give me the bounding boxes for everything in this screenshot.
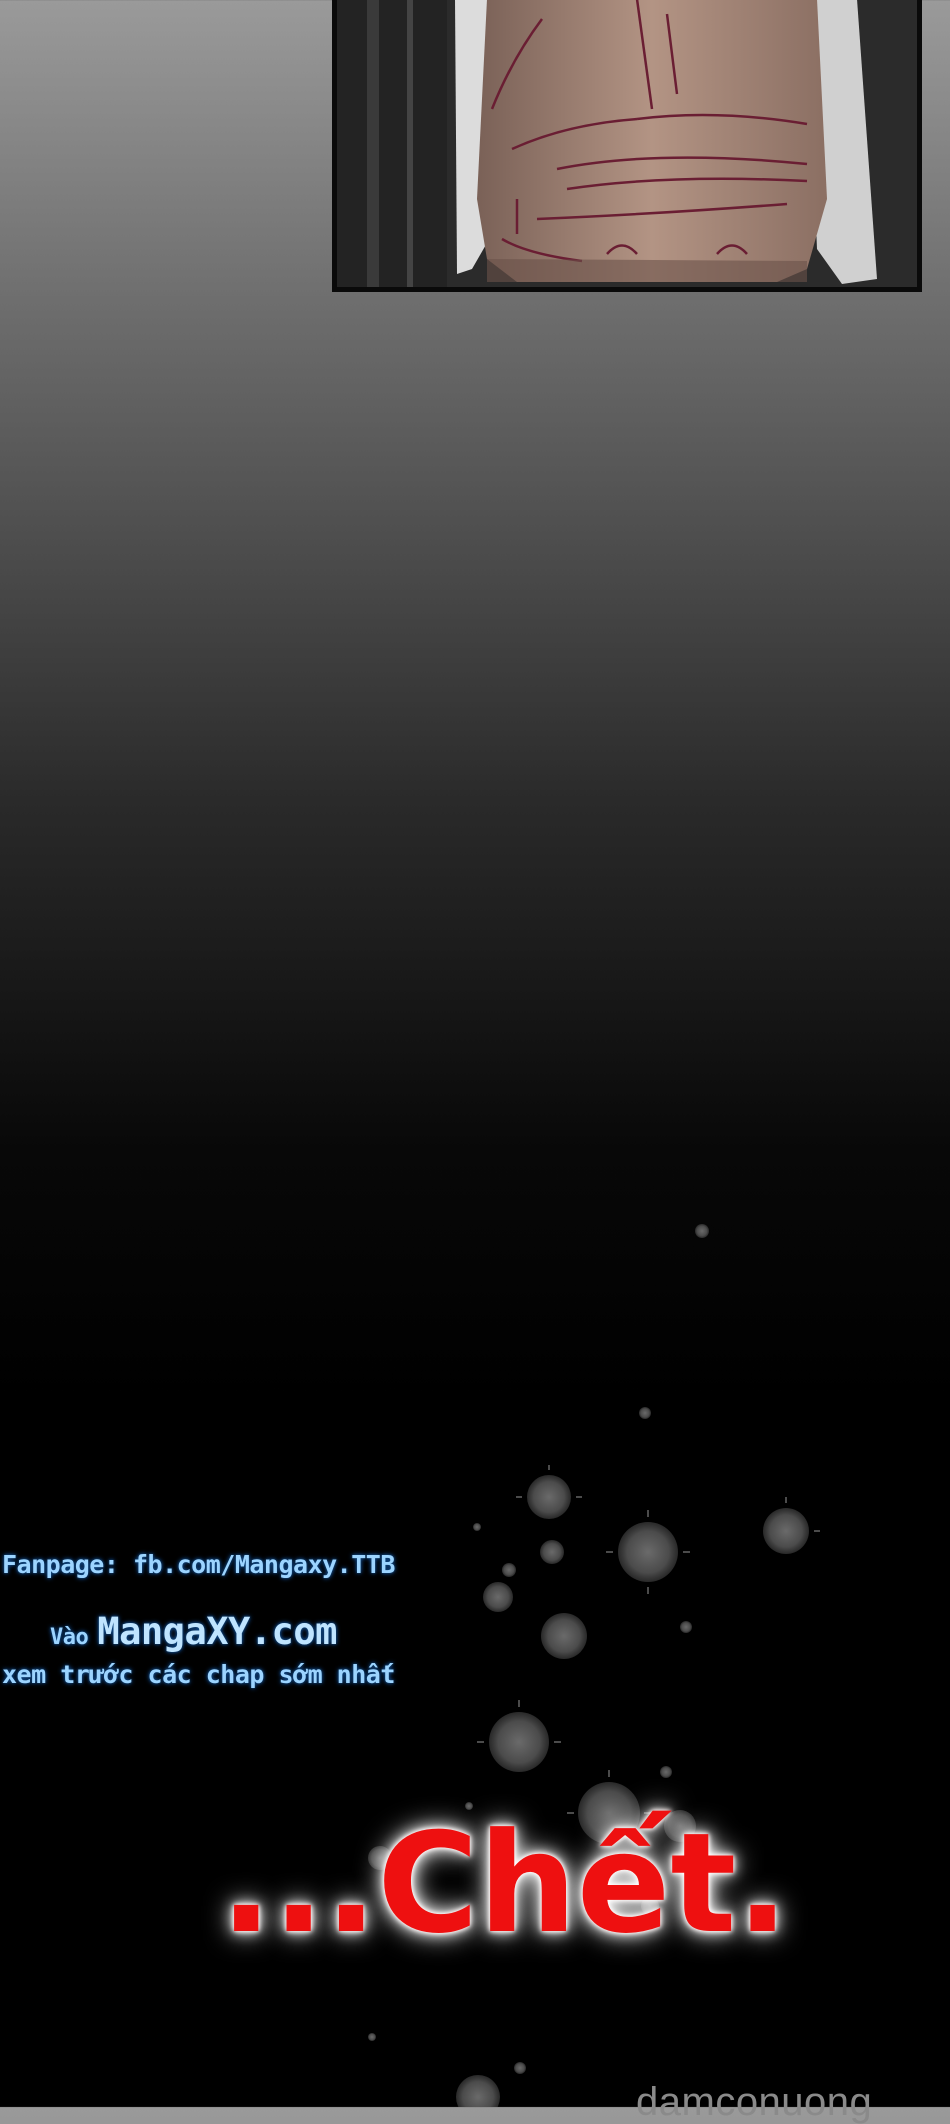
manga-panel-torso xyxy=(332,0,922,292)
blood-splatter-icon xyxy=(368,1224,820,2107)
preview-note: xem trước các chap sớm nhất xyxy=(2,1660,395,1689)
fanpage-link[interactable]: Fanpage: fb.com/Mangaxy.TTB xyxy=(2,1550,395,1579)
sfx-text: ...Chết. xyxy=(220,1803,789,1964)
site-link[interactable]: MangaXY.com xyxy=(97,1610,337,1653)
visit-prefix: Vào xyxy=(50,1625,89,1650)
torso-illustration xyxy=(337,0,917,287)
visit-site-row: Vào MangaXY.com xyxy=(50,1610,337,1653)
watermark: damconuong xyxy=(636,2080,873,2124)
